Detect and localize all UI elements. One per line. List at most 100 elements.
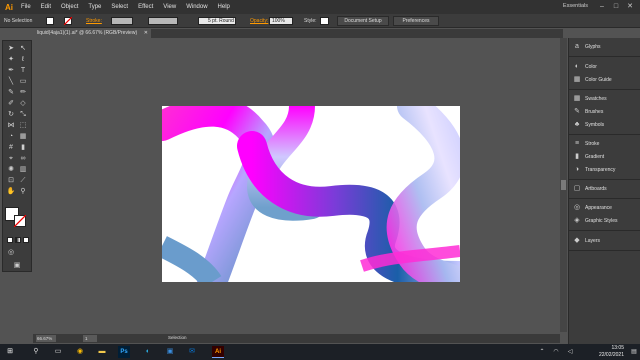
blend-tool-icon[interactable]: ∞: [18, 154, 28, 163]
status-bar: 66.67% 1 Selection: [33, 334, 560, 343]
menu-help[interactable]: Help: [213, 4, 235, 10]
eraser-tool-icon[interactable]: ◇: [18, 99, 28, 108]
panel-glyphs[interactable]: a Glyphs: [573, 42, 601, 52]
artboard[interactable]: [162, 106, 460, 282]
selection-tool-icon[interactable]: ➤: [6, 44, 16, 53]
panel-color-guide[interactable]: ▦ Color Guide: [573, 75, 612, 85]
panel-brushes[interactable]: ✎ Brushes: [573, 107, 603, 117]
workspace-switcher[interactable]: Essentials: [563, 3, 588, 9]
store-icon[interactable]: ▣: [164, 346, 176, 358]
perspective-grid-tool-icon[interactable]: ▦: [18, 132, 28, 141]
zoom-level-field[interactable]: 66.67%: [36, 335, 56, 342]
panel-stroke[interactable]: ≡ Stroke: [573, 139, 600, 149]
wifi-icon[interactable]: ◠: [550, 346, 562, 358]
illustrator-taskbar-icon[interactable]: Ai: [212, 346, 224, 358]
hand-tool-icon[interactable]: ✋: [6, 187, 16, 196]
none-mode-icon[interactable]: [23, 237, 29, 243]
width-tool-icon[interactable]: ⋈: [6, 121, 16, 130]
minimize-button[interactable]: –: [596, 1, 608, 12]
close-button[interactable]: ✕: [624, 1, 636, 12]
chrome-icon[interactable]: ◉: [74, 346, 86, 358]
mail-icon[interactable]: ✉: [186, 346, 198, 358]
preferences-button[interactable]: Preferences: [393, 16, 439, 26]
panel-swatches[interactable]: ▦ Swatches: [573, 94, 607, 104]
task-view-icon[interactable]: ▭: [52, 346, 64, 358]
screen-mode-icon[interactable]: ▣: [12, 261, 22, 270]
menu-file[interactable]: File: [16, 4, 36, 10]
panel-gradient[interactable]: ▮ Gradient: [573, 152, 604, 162]
menu-select[interactable]: Select: [106, 4, 133, 10]
panel-layers[interactable]: ◆ Layers: [573, 236, 600, 246]
edge-icon[interactable]: ◐: [142, 346, 154, 358]
maximize-button[interactable]: □: [610, 1, 622, 12]
stroke-weight-field[interactable]: [111, 17, 133, 25]
menu-window[interactable]: Window: [181, 4, 212, 10]
clock-date[interactable]: 22/02/2021: [599, 352, 624, 358]
stroke-color-box[interactable]: [14, 215, 26, 227]
graphic-style-swatch[interactable]: [320, 17, 329, 25]
shape-builder-tool-icon[interactable]: ◔: [6, 132, 16, 141]
panel-graphic-styles[interactable]: ◈ Graphic Styles: [573, 216, 617, 226]
vertical-scrollbar[interactable]: [560, 38, 567, 332]
zoom-tool-icon[interactable]: ⚲: [18, 187, 28, 196]
pen-tool-icon[interactable]: ✒: [6, 66, 16, 75]
search-icon[interactable]: ⚲: [30, 346, 42, 358]
artboard-tool-icon[interactable]: ⊡: [6, 176, 16, 185]
panel-artboards[interactable]: ▢ Artboards: [573, 184, 607, 194]
blob-brush-tool-icon[interactable]: ✐: [6, 99, 16, 108]
panel-symbols[interactable]: ♣ Symbols: [573, 120, 604, 130]
paintbrush-tool-icon[interactable]: ✎: [6, 88, 16, 97]
panel-transparency[interactable]: ◑ Transparency: [573, 165, 616, 175]
volume-icon[interactable]: ◁: [564, 346, 576, 358]
rotate-tool-icon[interactable]: ↻: [6, 110, 16, 119]
color-mode-icon[interactable]: [7, 237, 13, 243]
stroke-swatch[interactable]: [64, 17, 72, 25]
photoshop-icon[interactable]: Ps: [118, 346, 130, 358]
scale-tool-icon[interactable]: ⤡: [18, 110, 28, 119]
draw-mode-icon[interactable]: ◎: [6, 248, 16, 257]
gradient-mode-icon[interactable]: [15, 237, 21, 243]
document-tab[interactable]: liquid(4aja1)(1).ai* @ 66.67% (RGB/Previ…: [33, 29, 151, 38]
windows-start-icon[interactable]: ⊞: [4, 346, 16, 358]
color-guide-icon: ▦: [573, 76, 581, 83]
panel-divider: [569, 89, 640, 90]
slice-tool-icon[interactable]: ⟋: [18, 176, 28, 185]
clock-time[interactable]: 13:05: [611, 345, 624, 351]
gradient-tool-icon[interactable]: ▮: [18, 143, 28, 152]
artboard-number-field[interactable]: 1: [83, 335, 97, 342]
opacity-field[interactable]: 100%: [269, 17, 293, 25]
column-graph-tool-icon[interactable]: ▥: [18, 165, 28, 174]
tray-chevron-icon[interactable]: ⌃: [536, 346, 548, 358]
panel-label: Transparency: [585, 167, 616, 173]
panel-appearance[interactable]: ◎ Appearance: [573, 203, 612, 213]
panel-label: Color: [585, 64, 597, 70]
menu-edit[interactable]: Edit: [36, 4, 56, 10]
opacity-link[interactable]: Opacity:: [250, 18, 268, 24]
file-explorer-icon[interactable]: ▬: [96, 346, 108, 358]
fill-swatch[interactable]: [46, 17, 54, 25]
symbol-sprayer-tool-icon[interactable]: ✺: [6, 165, 16, 174]
menu-type[interactable]: Type: [83, 4, 106, 10]
lasso-tool-icon[interactable]: ℓ: [18, 55, 28, 64]
notifications-icon[interactable]: ▤: [628, 346, 640, 358]
menu-object[interactable]: Object: [56, 4, 83, 10]
variable-width-profile[interactable]: [148, 17, 178, 25]
line-segment-tool-icon[interactable]: ╲: [6, 77, 16, 86]
panel-color[interactable]: ◐ Color: [573, 62, 597, 72]
direct-selection-tool-icon[interactable]: ↖: [18, 44, 28, 53]
type-tool-icon[interactable]: T: [18, 66, 28, 75]
eyedropper-tool-icon[interactable]: ⌖: [6, 154, 16, 163]
menu-effect[interactable]: Effect: [133, 4, 158, 10]
magic-wand-tool-icon[interactable]: ✦: [6, 55, 16, 64]
pencil-tool-icon[interactable]: ✏: [18, 88, 28, 97]
stroke-icon: ≡: [574, 140, 580, 147]
document-setup-button[interactable]: Document Setup: [337, 16, 389, 26]
free-transform-tool-icon[interactable]: ⬚: [18, 121, 28, 130]
close-tab-icon[interactable]: ✕: [144, 29, 148, 38]
rectangle-tool-icon[interactable]: ▭: [18, 77, 28, 86]
stroke-link[interactable]: Stroke:: [86, 18, 102, 24]
brush-definition[interactable]: 5 pt. Round: [198, 17, 236, 25]
mesh-tool-icon[interactable]: #: [6, 143, 16, 152]
vertical-scroll-thumb[interactable]: [561, 180, 566, 190]
menu-view[interactable]: View: [158, 4, 181, 10]
